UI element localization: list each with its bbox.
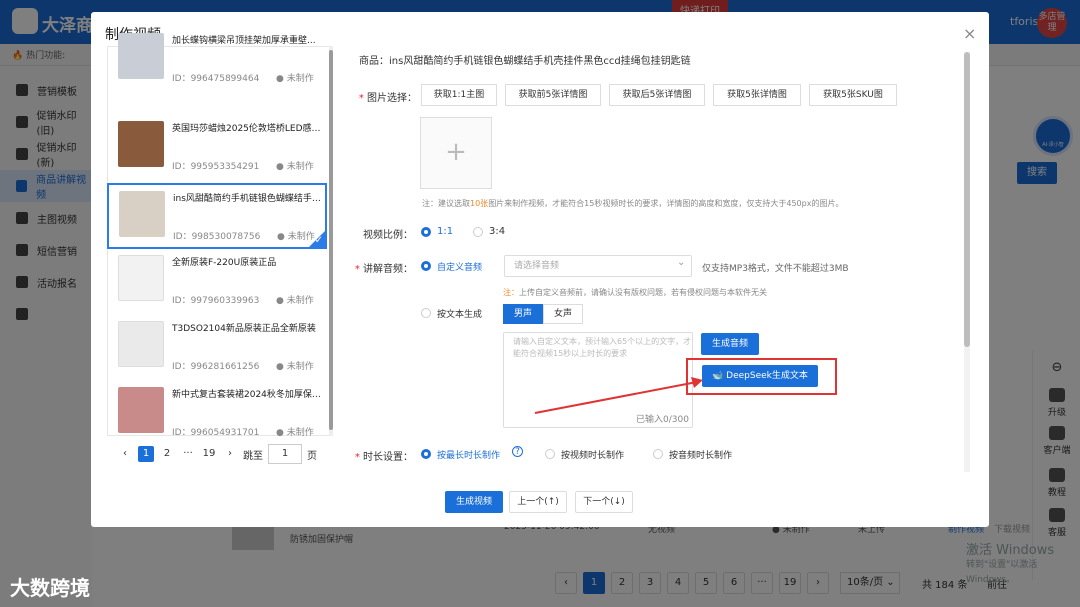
product-thumbnail [118,255,164,301]
list-page-next[interactable]: › [222,446,238,462]
audio-format-note: 仅支持MP3格式，文件不能超过3MB [702,264,849,274]
product-name: T3DSO2104新品原装正品全新原装 [172,324,316,334]
list-pagination: ‹ 1 2 ··· 19 › 跳至 1 页 [117,444,317,464]
list-item[interactable]: T3DSO2104新品原装正品全新原装 ID：996281661256 ● 未制… [108,315,326,381]
product-name: 新中式复古套装裙2024秋冬加厚保暖... [172,390,322,400]
get-5-detail-button[interactable]: 获取5张详情图 [713,84,801,106]
jump-page-input[interactable]: 1 [268,444,302,464]
deepseek-generate-text-button[interactable]: 🐋 DeepSeek生成文本 [702,365,818,387]
product-id: ID：996054931701 [172,428,260,438]
generate-audio-button[interactable]: 生成音频 [701,333,759,355]
previous-button[interactable]: 上一个(↑) [509,491,567,513]
duration-longest-label[interactable]: 按最长时长制作 [437,448,500,461]
list-item[interactable]: 全新原装F-220U原装正品 ID：997960339963 ● 未制作 [108,249,326,315]
product-name: ins风甜酷简约手机链银色蝴蝶结手机... [173,194,323,204]
annotation-arrow-icon [534,377,703,414]
help-icon[interactable]: ? [512,446,523,457]
audio-label: * 讲解音频： [354,264,413,275]
close-icon[interactable]: × [963,24,976,43]
custom-audio-label[interactable]: 自定义音频 [437,260,482,273]
list-page-prev[interactable]: ‹ [117,446,133,462]
product-id: ID：997960339963 [172,296,260,306]
audio-copyright-note: 注：上传自定义音频前，请确认没有版权问题，若有侵权问题与本软件无关 [503,288,767,297]
list-page-19[interactable]: 19 [201,446,217,462]
jump-label: 跳至 [243,450,263,462]
image-select-label: * 图片选择： [358,93,417,104]
duration-label: * 时长设置： [354,452,413,463]
form-scrollbar-thumb[interactable] [964,52,970,347]
product-id: ID：996475899464 [172,74,260,84]
ratio-1-1-radio[interactable] [421,227,431,237]
duration-video-radio[interactable] [545,449,555,459]
text-gen-radio[interactable] [421,308,431,318]
product-name: 英国玛莎蜡烛2025伦敦塔桥LED感应... [172,124,322,134]
deepseek-button-label: DeepSeek生成文本 [726,371,808,381]
duration-audio-label[interactable]: 按音频时长制作 [669,448,732,461]
list-page-2[interactable]: 2 [159,446,175,462]
product-row: 商品：ins风甜酷简约手机链银色蝴蝶结手机壳挂件黑色ccd挂绳包挂钥匙链 [359,52,691,67]
list-item[interactable]: 英国玛莎蜡烛2025伦敦塔桥LED感应... ID：995953354291 ●… [108,115,326,181]
ratio-1-1-label[interactable]: 1:1 [437,226,453,237]
product-thumbnail [118,321,164,367]
image-note: 注：建议选取10张图片来制作视频，才能符合15秒视频时长的要求，详情图的高度和宽… [422,199,844,208]
get-last5-detail-button[interactable]: 获取后5张详情图 [609,84,705,106]
make-video-dialog: 制作视频 × 加长蝶钩横梁吊顶挂架加厚承重壁... ID：99647589946… [91,12,989,527]
list-item[interactable]: 加长蝶钩横梁吊顶挂架加厚承重壁... ID：996475899464 ● 未制作 [108,27,326,93]
image-upload-box[interactable]: + [420,117,492,189]
tab-female-voice[interactable]: 女声 [543,304,583,324]
generate-video-button[interactable]: 生成视频 [445,491,503,513]
get-first5-detail-button[interactable]: 获取前5张详情图 [505,84,601,106]
checkmark-icon: ✓ [314,235,323,246]
product-status: ● 未制作 [276,296,314,306]
product-name: 全新原装F-220U原装正品 [172,258,277,268]
product-thumbnail [119,191,165,237]
product-title: ins风甜酷简约手机链银色蝴蝶结手机壳挂件黑色ccd挂绳包挂钥匙链 [389,56,691,67]
audio-select[interactable]: 请选择音频 [504,255,692,277]
tab-male-voice[interactable]: 男声 [503,304,543,324]
duration-audio-radio[interactable] [653,449,663,459]
product-thumbnail [118,33,164,79]
deepseek-whale-icon: 🐋 [712,371,727,381]
jump-suffix: 页 [307,450,317,462]
product-list: 加长蝶钩横梁吊顶挂架加厚承重壁... ID：996475899464 ● 未制作… [107,33,333,438]
product-status: ● 未制作 [276,428,314,438]
ratio-3-4-label[interactable]: 3:4 [489,226,505,237]
product-thumbnail [118,121,164,167]
product-id: ID：998530078756 [173,232,261,242]
list-item-selected[interactable]: ins风甜酷简约手机链银色蝴蝶结手机... ID：998530078756 ● … [107,183,327,249]
duration-longest-radio[interactable] [421,449,431,459]
custom-audio-radio[interactable] [421,261,431,271]
ratio-label: 视频比例： [363,230,413,241]
list-item[interactable]: 新中式复古套装裙2024秋冬加厚保暖... ID：996054931701 ● … [108,381,326,447]
next-button[interactable]: 下一个(↓) [575,491,633,513]
product-status: ● 未制作 [276,162,314,172]
product-thumbnail [118,387,164,433]
duration-video-label[interactable]: 按视频时长制作 [561,448,624,461]
chevron-down-icon: ⌄ [677,257,686,268]
product-id: ID：995953354291 [172,162,260,172]
text-gen-label[interactable]: 按文本生成 [437,307,482,320]
custom-text-placeholder: 请输入自定义文本，预计输入65个以上的文字，才能符合视频15秒以上时长的要求 [513,337,692,358]
product-id: ID：996281661256 [172,362,260,372]
list-scrollbar-thumb[interactable] [329,50,333,430]
ratio-3-4-radio[interactable] [473,227,483,237]
product-status: ● 未制作 [276,74,314,84]
product-label: 商品： [359,56,389,67]
get-5-sku-button[interactable]: 获取5张SKU图 [809,84,897,106]
list-page-ellipsis[interactable]: ··· [180,446,196,462]
get-main-image-button[interactable]: 获取1:1主图 [421,84,497,106]
product-name: 加长蝶钩横梁吊顶挂架加厚承重壁... [172,36,316,46]
product-status: ● 未制作 [276,362,314,372]
list-page-1[interactable]: 1 [138,446,154,462]
brand-watermark-logo: 大数跨境 [10,576,90,600]
